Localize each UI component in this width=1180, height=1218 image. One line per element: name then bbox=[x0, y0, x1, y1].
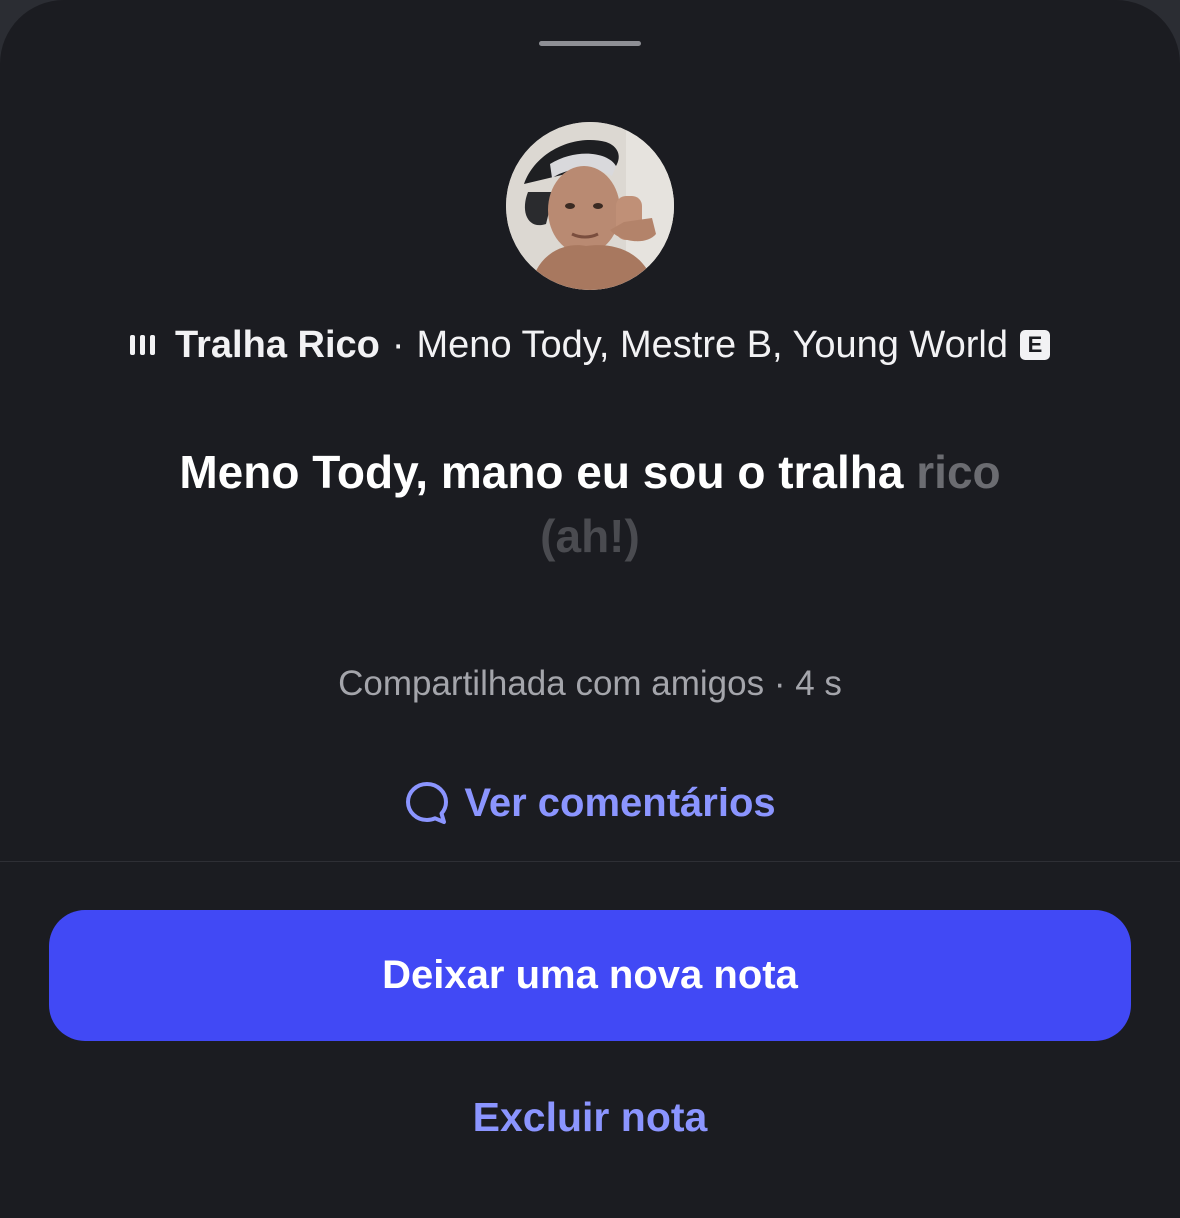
view-comments-label: Ver comentários bbox=[464, 780, 776, 825]
note-bottom-sheet: Tralha Rico · Meno Tody, Mestre B, Young… bbox=[0, 0, 1180, 1218]
speech-bubble-icon bbox=[406, 782, 449, 824]
track-artists: Meno Tody, Mestre B, Young World bbox=[416, 323, 1008, 366]
lyrics-block: Meno Tody, mano eu sou o tralha rico (ah… bbox=[0, 440, 1180, 568]
track-info-row[interactable]: Tralha Rico · Meno Tody, Mestre B, Young… bbox=[0, 318, 1180, 372]
section-divider bbox=[0, 861, 1180, 862]
sheet-grabber-handle[interactable] bbox=[539, 41, 641, 46]
lyric-line-next: (ah!) bbox=[540, 510, 640, 562]
lyric-upcoming-text: rico bbox=[916, 446, 1001, 498]
track-separator: · bbox=[391, 323, 405, 366]
delete-note-button[interactable]: Excluir nota bbox=[0, 1094, 1180, 1141]
explicit-badge: E bbox=[1019, 330, 1050, 360]
shared-status: Compartilhada com amigos · 4 s bbox=[338, 664, 842, 703]
lyric-active-text: Meno Tody, mano eu sou o tralha bbox=[179, 446, 904, 498]
view-comments-button[interactable]: Ver comentários bbox=[0, 776, 1180, 830]
lyric-line-current: Meno Tody, mano eu sou o tralha rico bbox=[0, 440, 1180, 504]
leave-new-note-button[interactable]: Deixar uma nova nota bbox=[49, 910, 1131, 1041]
audio-bars-icon bbox=[130, 335, 156, 355]
avatar bbox=[506, 122, 674, 290]
track-title: Tralha Rico bbox=[175, 323, 380, 366]
